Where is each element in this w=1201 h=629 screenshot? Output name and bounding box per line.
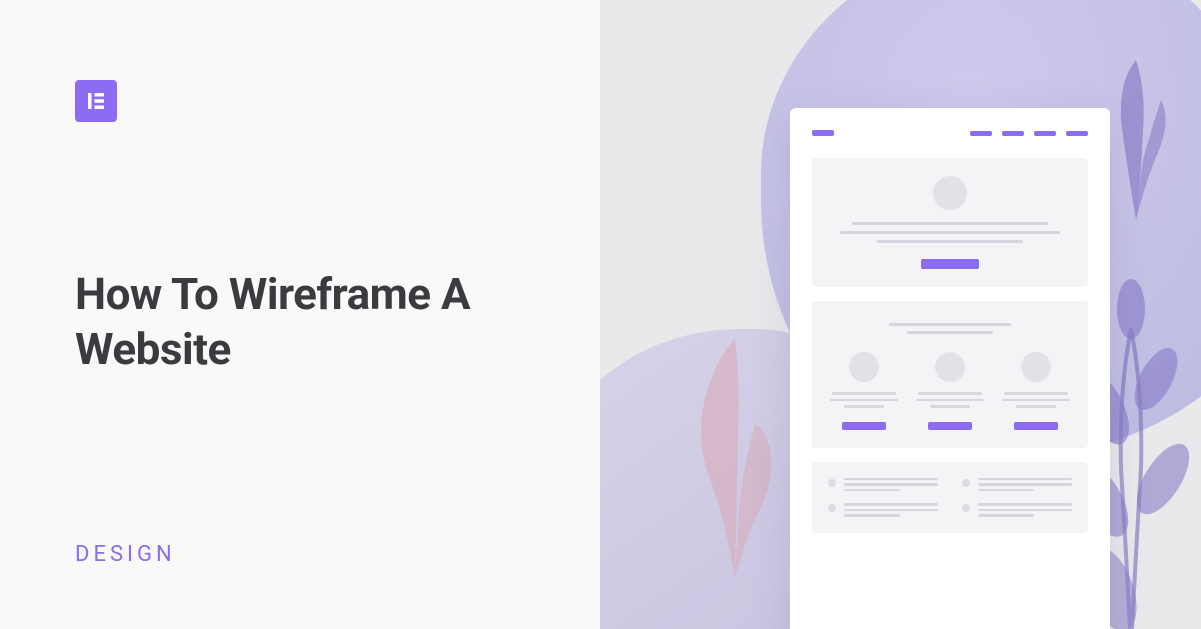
- wireframe-list-section: [812, 462, 1088, 533]
- leaf-icon: [690, 339, 780, 579]
- wireframe-list-item: [828, 503, 938, 517]
- wireframe-feature-column: [828, 352, 900, 430]
- wireframe-columns: [828, 352, 1072, 430]
- wireframe-nav-item: [1066, 131, 1088, 136]
- article-title: How To Wireframe A Website: [75, 267, 555, 377]
- illustration-panel: [600, 0, 1201, 629]
- wireframe-list-item: [962, 478, 1072, 492]
- wireframe-nav-item: [1034, 131, 1056, 136]
- wireframe-header: [812, 130, 1088, 136]
- wireframe-logo-placeholder: [812, 130, 834, 136]
- wireframe-bullet-icon: [962, 479, 970, 487]
- wireframe-nav: [970, 131, 1088, 136]
- wireframe-image-placeholder: [935, 352, 965, 382]
- wireframe-heading: [828, 323, 1072, 334]
- wireframe-list-item: [828, 478, 938, 492]
- leaf-icon: [1101, 60, 1171, 220]
- wireframe-nav-item: [1002, 131, 1024, 136]
- wireframe-nav-item: [970, 131, 992, 136]
- wireframe-button-placeholder: [842, 422, 886, 430]
- wireframe-features-section: [812, 301, 1088, 448]
- wireframe-image-placeholder: [1021, 352, 1051, 382]
- wireframe-bullet-icon: [962, 504, 970, 512]
- wireframe-image-placeholder: [849, 352, 879, 382]
- wireframe-button-placeholder: [921, 259, 979, 269]
- category-label: DESIGN: [75, 542, 176, 567]
- elementor-icon: [85, 90, 107, 112]
- wireframe-image-placeholder: [933, 176, 967, 210]
- wireframe-list-item: [962, 503, 1072, 517]
- wireframe-button-placeholder: [928, 422, 972, 430]
- wireframe-button-placeholder: [1014, 422, 1058, 430]
- wireframe-feature-column: [1000, 352, 1072, 430]
- wireframe-text-lines: [828, 222, 1072, 243]
- wireframe-feature-column: [914, 352, 986, 430]
- wireframe-bullet-icon: [828, 479, 836, 487]
- wireframe-hero-section: [812, 158, 1088, 287]
- wireframe-bullet-icon: [828, 504, 836, 512]
- brand-logo: [75, 80, 117, 122]
- wireframe-mockup: [790, 108, 1110, 629]
- text-panel: How To Wireframe A Website DESIGN: [0, 0, 600, 629]
